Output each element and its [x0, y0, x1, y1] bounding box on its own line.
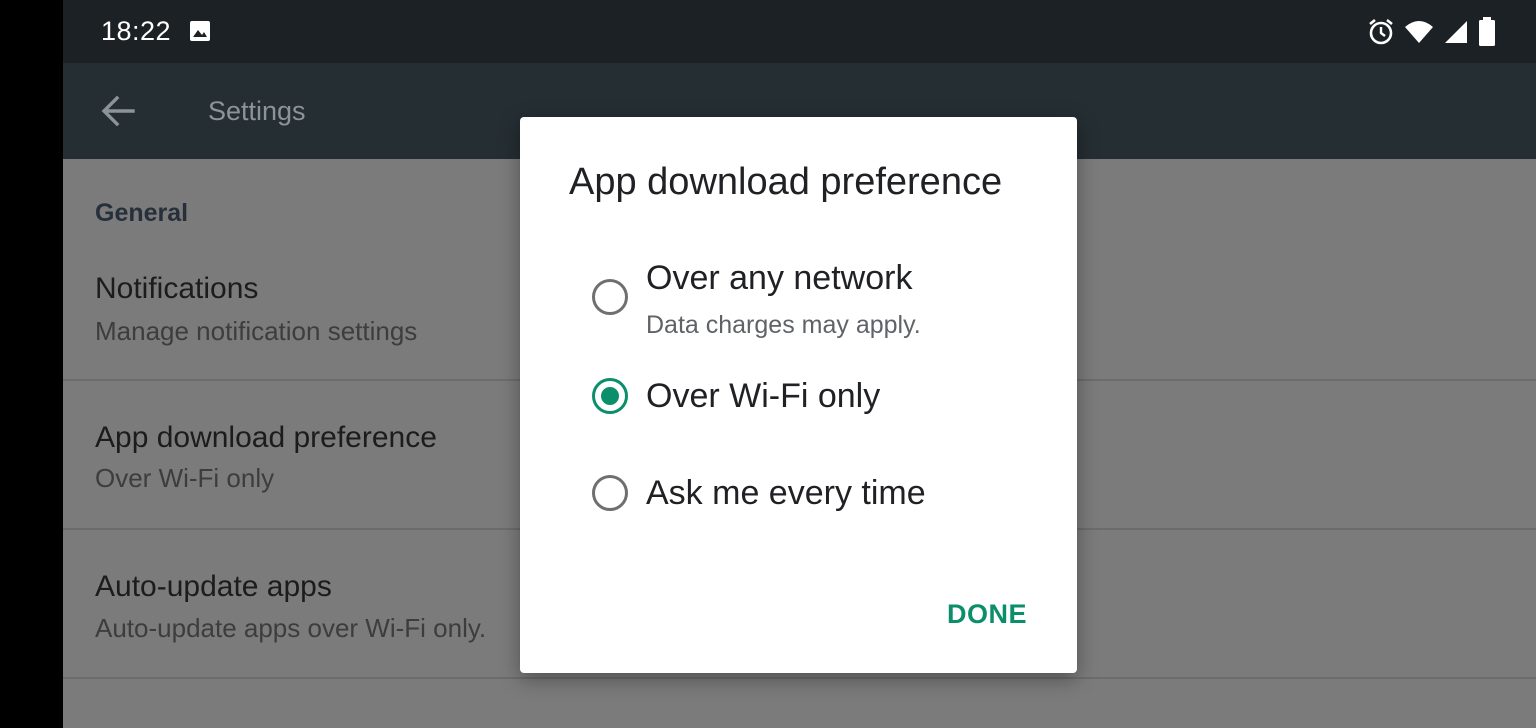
dialog-title: App download preference [569, 161, 1003, 203]
page-title: Settings [208, 96, 306, 126]
status-icons [1368, 17, 1496, 52]
status-time: 18:22 [101, 16, 172, 46]
option-label: Over Wi-Fi only [646, 377, 881, 415]
battery-icon [1478, 17, 1496, 52]
phone-screen: 18:22 Settings General Notifications Man… [63, 0, 1536, 728]
option-ask-every-time[interactable]: Ask me every time [592, 473, 1052, 523]
image-icon [190, 21, 210, 41]
status-bar: 18:22 [63, 0, 1536, 63]
pref-subtitle: Manage notification settings [95, 316, 418, 346]
option-label: Ask me every time [646, 474, 926, 512]
radio-wifi-only[interactable] [592, 378, 628, 414]
pref-title: Auto-update apps [95, 570, 332, 603]
arrow-back-icon[interactable] [99, 92, 137, 130]
pref-title: Notifications [95, 272, 259, 305]
pref-subtitle: Auto-update apps over Wi-Fi only. [95, 613, 487, 643]
download-preference-dialog: App download preference Over any network… [520, 117, 1077, 673]
alarm-icon [1368, 18, 1394, 51]
option-any-network[interactable]: Over any network Data charges may apply. [592, 259, 1052, 349]
divider [63, 677, 1536, 679]
radio-ask-every-time[interactable] [592, 475, 628, 511]
done-button[interactable]: DONE [947, 599, 1027, 630]
pref-title: App download preference [95, 421, 437, 454]
radio-any-network[interactable] [592, 279, 628, 315]
wifi-icon [1404, 20, 1434, 49]
pref-subtitle: Over Wi-Fi only [95, 463, 275, 493]
option-subtitle: Data charges may apply. [646, 311, 921, 339]
option-wifi-only[interactable]: Over Wi-Fi only [592, 375, 1052, 425]
left-black-strip [0, 0, 63, 728]
signal-icon [1444, 20, 1468, 49]
option-label: Over any network [646, 259, 913, 297]
section-header-general: General [95, 199, 189, 227]
